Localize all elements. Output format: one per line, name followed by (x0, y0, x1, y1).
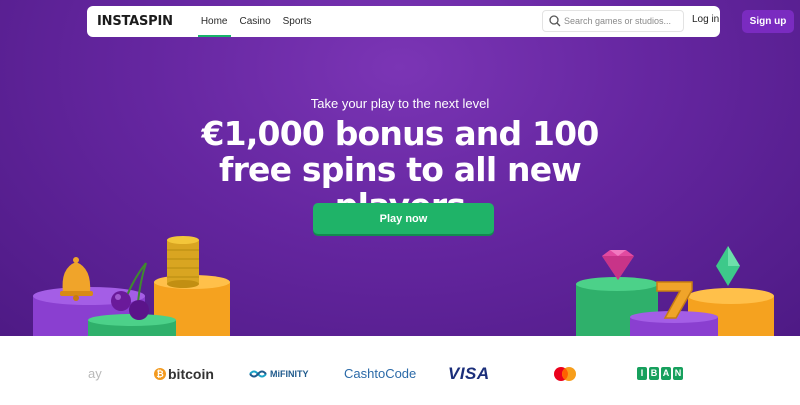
bitcoin-logo: ₿ bitcoin (154, 365, 214, 383)
bitcoin-icon: ₿ (154, 368, 166, 380)
green-pedestal-left (88, 314, 176, 336)
iban-letter: A (661, 367, 671, 380)
nav-home[interactable]: Home (195, 6, 234, 37)
payment-methods-bar: ay ₿ bitcoin MiFINITY CashtoCode VISA I … (0, 336, 800, 405)
coin-stack-icon (167, 236, 199, 288)
top-navbar: INSTASPIN Home Casino Sports Log in Sign… (87, 6, 794, 37)
iban-logo: I B A N (637, 367, 683, 385)
mifinity-logo: MiFINITY (249, 365, 309, 383)
search-icon (549, 15, 561, 27)
nav-casino[interactable]: Casino (234, 6, 277, 37)
paysafe-logo: ay (88, 366, 102, 381)
mastercard-icon (554, 367, 576, 381)
iban-letter: N (673, 367, 683, 380)
cashtocode-logo: CashtoCode (344, 366, 417, 381)
search-input[interactable] (564, 16, 679, 26)
search-box[interactable] (542, 10, 684, 32)
diamond-icon (602, 250, 634, 280)
login-link[interactable]: Log in (692, 14, 719, 25)
signup-button[interactable]: Sign up (742, 10, 794, 33)
hero-banner: INSTASPIN Home Casino Sports Log in Sign… (0, 0, 800, 336)
visa-logo: VISA (448, 364, 490, 383)
mifinity-icon (249, 370, 267, 378)
bitcoin-label: bitcoin (168, 366, 214, 382)
green-gem-icon (716, 246, 740, 286)
iban-letter: B (649, 367, 659, 380)
iban-letter: I (637, 367, 647, 380)
mifinity-label: MiFINITY (270, 369, 309, 379)
main-nav: Home Casino Sports (195, 6, 318, 37)
hero-tagline: Take your play to the next level (310, 96, 490, 111)
nav-sports[interactable]: Sports (277, 6, 318, 37)
instaspin-logo[interactable]: INSTASPIN (97, 14, 173, 29)
play-now-button[interactable]: Play now (313, 203, 494, 234)
bell-icon (60, 257, 93, 301)
